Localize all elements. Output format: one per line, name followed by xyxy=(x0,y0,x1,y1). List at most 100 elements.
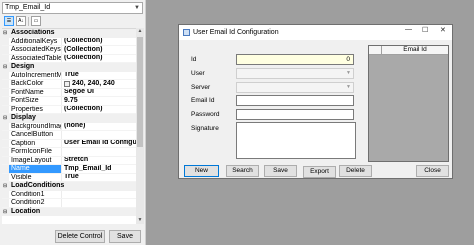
property-value[interactable]: 240, 240, 240 xyxy=(62,80,136,88)
email-id-input[interactable] xyxy=(236,95,354,106)
search-button[interactable]: Search xyxy=(226,165,259,177)
email-id-column-header[interactable]: Email Id xyxy=(382,46,448,55)
property-category[interactable]: ⊟ Display xyxy=(2,114,136,123)
property-value[interactable]: User Email Id Configuration xyxy=(62,140,136,148)
scrollbar-thumb[interactable] xyxy=(137,37,143,147)
export-button[interactable]: Export xyxy=(303,166,336,178)
property-value[interactable]: True xyxy=(62,72,136,80)
property-value-text: Segoe UI xyxy=(64,88,94,96)
property-value[interactable]: (Collection) xyxy=(62,106,136,114)
property-value-text: (none) xyxy=(64,122,86,130)
property-name: AdditionalKeys xyxy=(2,37,62,45)
property-row[interactable]: Name Tmp_Email_Id xyxy=(2,165,136,174)
property-row[interactable]: Condition2 xyxy=(2,199,136,208)
property-value-text: (Collection) xyxy=(64,46,103,53)
delete-button[interactable]: Delete xyxy=(339,165,372,177)
property-category-label: Design xyxy=(11,63,35,70)
property-row[interactable]: CaptionUser Email Id Configuration xyxy=(2,139,136,148)
property-value-text: Stretch xyxy=(64,156,89,164)
color-swatch-icon xyxy=(64,80,70,87)
property-row[interactable]: BackgroundImage(none) xyxy=(2,122,136,131)
property-row[interactable]: Condition1 xyxy=(2,190,136,199)
property-row[interactable]: AssociatedKeys (Collection) xyxy=(2,46,136,55)
id-input[interactable]: 0 xyxy=(236,54,354,65)
maximize-icon[interactable]: ☐ xyxy=(422,26,428,34)
property-row[interactable]: Properties (Collection) xyxy=(2,105,136,114)
property-name: FormIconFile xyxy=(2,148,62,156)
property-value[interactable] xyxy=(62,131,136,139)
property-category[interactable]: ⊟ LoadConditions xyxy=(2,182,136,191)
user-dropdown[interactable]: ▼ xyxy=(236,68,354,79)
property-name: AssociatedTables xyxy=(2,54,62,62)
property-value[interactable]: Tmp_Email_Id xyxy=(62,165,136,173)
property-row[interactable]: BackColor 240, 240, 240 xyxy=(2,80,136,89)
collapse-icon[interactable]: ⊟ xyxy=(3,182,7,191)
property-value[interactable]: Segoe UI xyxy=(62,89,136,97)
property-row[interactable]: FontSize 9.75 xyxy=(2,97,136,106)
password-input[interactable] xyxy=(236,109,354,120)
object-selector-value: Tmp_Email_Id xyxy=(5,4,51,11)
collapse-icon[interactable]: ⊟ xyxy=(3,63,7,72)
property-value[interactable]: (Collection) xyxy=(62,55,136,63)
property-name: AssociatedKeys xyxy=(2,46,62,54)
save-button[interactable]: Save xyxy=(109,230,141,243)
form-save-button[interactable]: Save xyxy=(264,165,297,177)
grid-header-row: Email Id xyxy=(369,46,448,55)
object-selector-dropdown[interactable]: Tmp_Email_Id ▼ xyxy=(2,2,143,14)
property-row[interactable]: ImageLayout Stretch xyxy=(2,156,136,165)
close-button[interactable]: Close xyxy=(416,165,449,177)
scroll-down-icon[interactable]: ▼ xyxy=(136,217,144,224)
email-id-grid[interactable]: Email Id xyxy=(368,45,449,162)
property-row[interactable]: AutoIncrementMultiInstTrue xyxy=(2,71,136,80)
property-name: BackColor xyxy=(2,80,62,88)
property-grid-scrollbar[interactable]: ▲ ▼ xyxy=(136,28,144,224)
alphabetical-sort-icon[interactable]: A↓ xyxy=(16,16,26,26)
collapse-icon[interactable]: ⊟ xyxy=(3,29,7,38)
property-value-text: (Collection) xyxy=(64,54,103,62)
property-category[interactable]: ⊟ Location xyxy=(2,207,136,217)
property-row[interactable]: AdditionalKeys (Collection) xyxy=(2,37,136,46)
close-icon[interactable]: ✕ xyxy=(440,26,446,34)
form-titlebar[interactable]: User Email Id Configuration — ☐ ✕ xyxy=(179,25,452,40)
minimize-icon[interactable]: — xyxy=(405,26,412,33)
property-name: ImageLayout xyxy=(2,156,62,164)
property-value[interactable]: (none) xyxy=(62,123,136,131)
server-label: Server xyxy=(191,84,211,91)
collapse-icon[interactable]: ⊟ xyxy=(3,208,7,217)
property-value[interactable] xyxy=(62,199,136,207)
property-value[interactable]: 9.75 xyxy=(62,97,136,105)
id-label: Id xyxy=(191,56,197,63)
property-category[interactable]: ⊟ Associations xyxy=(2,29,136,38)
property-value[interactable]: (Collection) xyxy=(62,46,136,54)
toolbar-separator xyxy=(28,16,29,26)
property-value-text: (Collection) xyxy=(64,105,103,113)
property-row[interactable]: Visible True xyxy=(2,173,136,182)
new-button[interactable]: New xyxy=(184,165,219,177)
property-value-text: User Email Id Configuration xyxy=(64,139,136,147)
property-value[interactable]: Stretch xyxy=(62,157,136,165)
form-window: User Email Id Configuration — ☐ ✕ Id 0 U… xyxy=(178,24,453,179)
property-category[interactable]: ⊟ Design xyxy=(2,63,136,72)
property-name: Visible xyxy=(2,173,62,181)
property-row[interactable]: FormIconFile xyxy=(2,148,136,157)
property-row[interactable]: CancelButton xyxy=(2,131,136,140)
property-row[interactable]: AssociatedTables (Collection) xyxy=(2,54,136,63)
property-row[interactable]: FontName Segoe UI xyxy=(2,88,136,97)
property-name: CancelButton xyxy=(2,131,62,139)
signature-textarea[interactable] xyxy=(236,122,356,159)
property-category-label: Display xyxy=(11,114,36,121)
property-value[interactable] xyxy=(62,191,136,199)
property-value[interactable] xyxy=(62,148,136,156)
scroll-up-icon[interactable]: ▲ xyxy=(136,28,144,35)
property-name: FontSize xyxy=(2,97,62,105)
property-value[interactable]: (Collection) xyxy=(62,38,136,46)
property-category-label: LoadConditions xyxy=(11,182,65,189)
property-value-text: 9.75 xyxy=(64,97,78,104)
delete-control-button[interactable]: Delete Control xyxy=(55,230,105,243)
server-dropdown[interactable]: ▼ xyxy=(236,82,354,93)
property-name: Caption xyxy=(2,139,62,147)
property-pages-icon[interactable]: ▭ xyxy=(31,16,41,26)
property-value[interactable]: True xyxy=(62,174,136,182)
collapse-icon[interactable]: ⊟ xyxy=(3,114,7,123)
categorized-view-icon[interactable]: ☰ xyxy=(4,16,14,26)
